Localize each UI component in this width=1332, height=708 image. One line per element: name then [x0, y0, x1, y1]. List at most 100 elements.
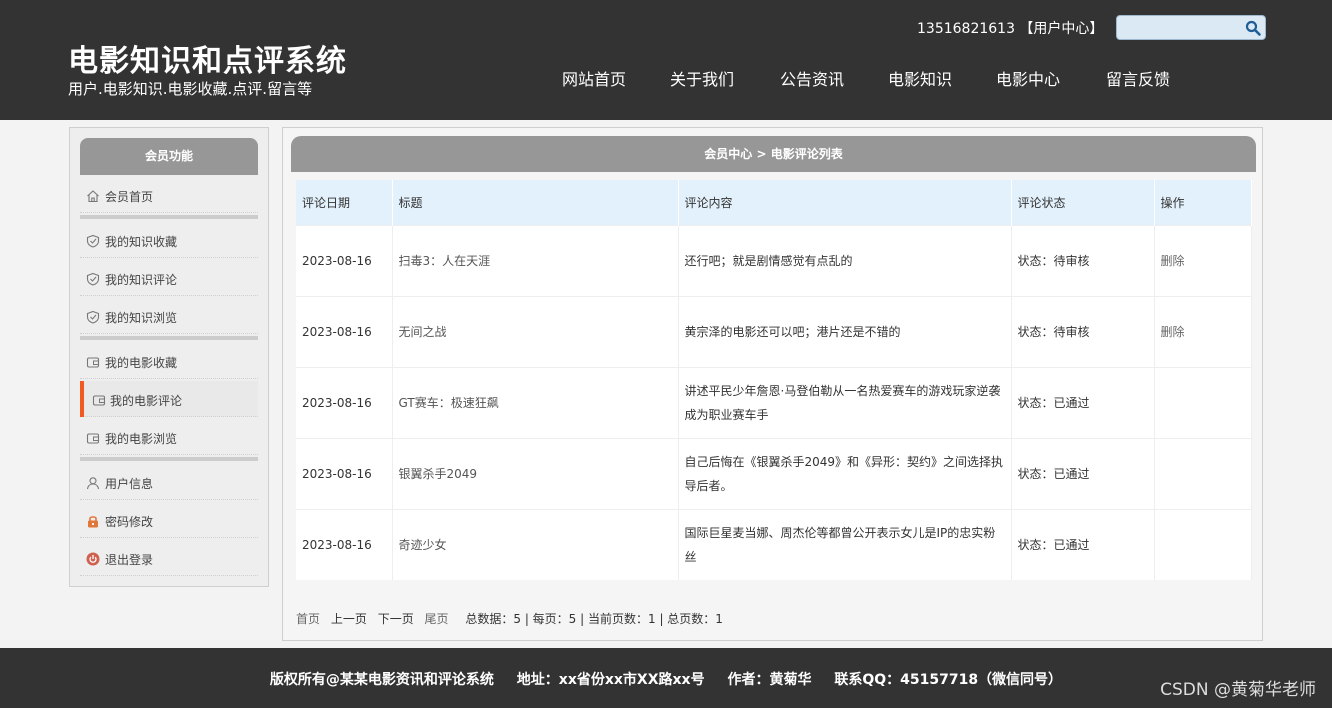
sidebar-item-member-home[interactable]: 会员首页 [80, 177, 258, 213]
column-header: 操作 [1154, 180, 1252, 225]
delete-link[interactable]: 删除 [1154, 224, 1252, 296]
header: 电影知识和点评系统 用户.电影知识.电影收藏.点评.留言等 1351682161… [0, 0, 1332, 120]
column-header: 标题 [392, 180, 679, 225]
table-row: 2023-08-16 无间之战 黄宗泽的电影还可以吧；港片还是不错的 状态：待审… [296, 295, 1252, 367]
footer-contact: 联系QQ：45157718（微信同号） [834, 672, 1063, 688]
shield-icon [86, 234, 100, 248]
comment-status: 状态：已通过 [1011, 366, 1155, 438]
sidebar-item-label: 用户信息 [105, 477, 154, 491]
pagination: 首页 上一页 下一页 尾页 总数据：5 | 每页：5 | 当前页数：1 | 总页… [296, 610, 730, 627]
movie-title: 扫毒3：人在天涯 [392, 224, 679, 296]
nav-about[interactable]: 关于我们 [670, 66, 734, 90]
sidebar-title: 会员功能 [80, 138, 258, 175]
active-indicator [80, 381, 84, 417]
pager-next-link[interactable]: 下一页 [378, 612, 414, 626]
menu-divider [80, 215, 258, 219]
comment-content: 还行吧；就是剧情感觉有点乱的 [678, 224, 1012, 296]
column-header: 评论内容 [678, 180, 1012, 225]
delete-link[interactable]: 删除 [1154, 295, 1252, 367]
search-icon[interactable] [1244, 19, 1262, 37]
comments-table: 评论日期 标题 评论内容 评论状态 操作 2023-08-16 扫毒3：人在天涯… [296, 180, 1252, 580]
nav-feedback[interactable]: 留言反馈 [1106, 66, 1170, 90]
user-icon [86, 477, 100, 490]
lock-icon [88, 516, 98, 528]
wallet-icon [92, 395, 106, 406]
pager-last-link[interactable]: 尾页 [425, 612, 449, 626]
operation-cell [1154, 366, 1252, 438]
sidebar-item-knowledge-favorites[interactable]: 我的知识收藏 [80, 222, 258, 258]
search-box [1116, 15, 1266, 40]
nav-home[interactable]: 网站首页 [562, 66, 626, 90]
footer-copyright: 版权所有@某某电影资讯和评论系统 [269, 672, 494, 688]
comment-date: 2023-08-16 [296, 508, 393, 580]
movie-title: GT赛车：极速狂飙 [392, 366, 679, 438]
home-icon [87, 190, 99, 203]
column-header: 评论日期 [296, 180, 393, 225]
table-row: 2023-08-16 奇迹少女 国际巨星麦当娜、周杰伦等都曾公开表示女儿是IP的… [296, 508, 1252, 580]
footer: 版权所有@某某电影资讯和评论系统 地址：xx省份xx市XX路xx号 作者：黄菊华… [0, 648, 1332, 708]
sidebar-item-label: 我的知识评论 [105, 273, 178, 287]
sidebar-item-label: 会员首页 [105, 190, 154, 204]
sidebar-item-change-password[interactable]: 密码修改 [80, 502, 258, 538]
pager-summary: 总数据：5 | 每页：5 | 当前页数：1 | 总页数：1 [465, 612, 723, 626]
table-header-row: 评论日期 标题 评论内容 评论状态 操作 [296, 180, 1252, 225]
menu-divider [80, 336, 258, 340]
table-row: 2023-08-16 扫毒3：人在天涯 还行吧；就是剧情感觉有点乱的 状态：待审… [296, 224, 1252, 296]
main-panel: 会员中心 > 电影评论列表 评论日期 标题 评论内容 评论状态 操作 2023-… [282, 127, 1263, 641]
comment-content: 自己后悔在《银翼杀手2049》和《异形：契约》之间选择执导后者。 [678, 437, 1012, 509]
comment-date: 2023-08-16 [296, 224, 393, 296]
sidebar-item-movie-comments[interactable]: 我的电影评论 [80, 381, 258, 417]
nav-movies[interactable]: 电影中心 [996, 66, 1060, 90]
movie-title: 无间之战 [392, 295, 679, 367]
footer-info: 版权所有@某某电影资讯和评论系统 地址：xx省份xx市XX路xx号 作者：黄菊华… [0, 669, 1332, 689]
power-icon [86, 552, 100, 566]
pager-first-link[interactable]: 首页 [296, 612, 320, 626]
nav-news[interactable]: 公告资讯 [780, 66, 844, 90]
sidebar-item-movie-favorites[interactable]: 我的电影收藏 [80, 343, 258, 379]
column-header: 评论状态 [1011, 180, 1155, 225]
table-row: 2023-08-16 GT赛车：极速狂飙 讲述平民少年詹恩·马登伯勒从一名热爱赛… [296, 366, 1252, 438]
operation-cell [1154, 437, 1252, 509]
user-center-link[interactable]: 13516821613 【用户中心】 [917, 18, 1103, 38]
nav-knowledge[interactable]: 电影知识 [888, 66, 952, 90]
search-input[interactable] [1121, 19, 1241, 36]
comment-status: 状态：待审核 [1011, 224, 1155, 296]
comment-date: 2023-08-16 [296, 295, 393, 367]
sidebar-item-logout[interactable]: 退出登录 [80, 540, 258, 576]
breadcrumb: 会员中心 > 电影评论列表 [291, 136, 1256, 172]
table-row: 2023-08-16 银翼杀手2049 自己后悔在《银翼杀手2049》和《异形：… [296, 437, 1252, 509]
sidebar-item-movie-history[interactable]: 我的电影浏览 [80, 419, 258, 455]
footer-author: 作者：黄菊华 [727, 672, 812, 688]
sidebar-item-user-info[interactable]: 用户信息 [80, 464, 258, 500]
wallet-icon [86, 433, 100, 444]
footer-address: 地址：xx省份xx市XX路xx号 [516, 672, 705, 688]
sidebar: 会员功能 会员首页 我的知识收藏 我的知识评论 我的知识浏览 我的电影收藏 我的… [69, 127, 269, 587]
shield-icon [86, 310, 100, 324]
wallet-icon [86, 357, 100, 368]
sidebar-item-knowledge-history[interactable]: 我的知识浏览 [80, 298, 258, 334]
movie-title: 银翼杀手2049 [392, 437, 679, 509]
menu-divider [80, 457, 258, 461]
shield-icon [86, 272, 100, 286]
sidebar-item-label: 密码修改 [105, 515, 154, 529]
comment-content: 讲述平民少年詹恩·马登伯勒从一名热爱赛车的游戏玩家逆袭成为职业赛车手 [678, 366, 1012, 438]
sidebar-item-label: 我的电影评论 [110, 394, 183, 408]
comment-date: 2023-08-16 [296, 437, 393, 509]
comment-status: 状态：已通过 [1011, 508, 1155, 580]
sidebar-item-label: 我的知识浏览 [105, 311, 178, 325]
comment-content: 国际巨星麦当娜、周杰伦等都曾公开表示女儿是IP的忠实粉丝 [678, 508, 1012, 580]
operation-cell [1154, 508, 1252, 580]
sidebar-item-label: 退出登录 [105, 553, 154, 567]
comment-status: 状态：待审核 [1011, 295, 1155, 367]
comment-status: 状态：已通过 [1011, 437, 1155, 509]
sidebar-item-knowledge-comments[interactable]: 我的知识评论 [80, 260, 258, 296]
sidebar-item-label: 我的电影收藏 [105, 356, 178, 370]
sidebar-item-label: 我的知识收藏 [105, 235, 178, 249]
comment-content: 黄宗泽的电影还可以吧；港片还是不错的 [678, 295, 1012, 367]
site-subtitle: 用户.电影知识.电影收藏.点评.留言等 [68, 80, 313, 98]
watermark: CSDN @黄菊华老师 [1160, 680, 1316, 700]
site-title: 电影知识和点评系统 [68, 44, 347, 79]
comment-date: 2023-08-16 [296, 366, 393, 438]
pager-prev-link[interactable]: 上一页 [331, 612, 367, 626]
movie-title: 奇迹少女 [392, 508, 679, 580]
